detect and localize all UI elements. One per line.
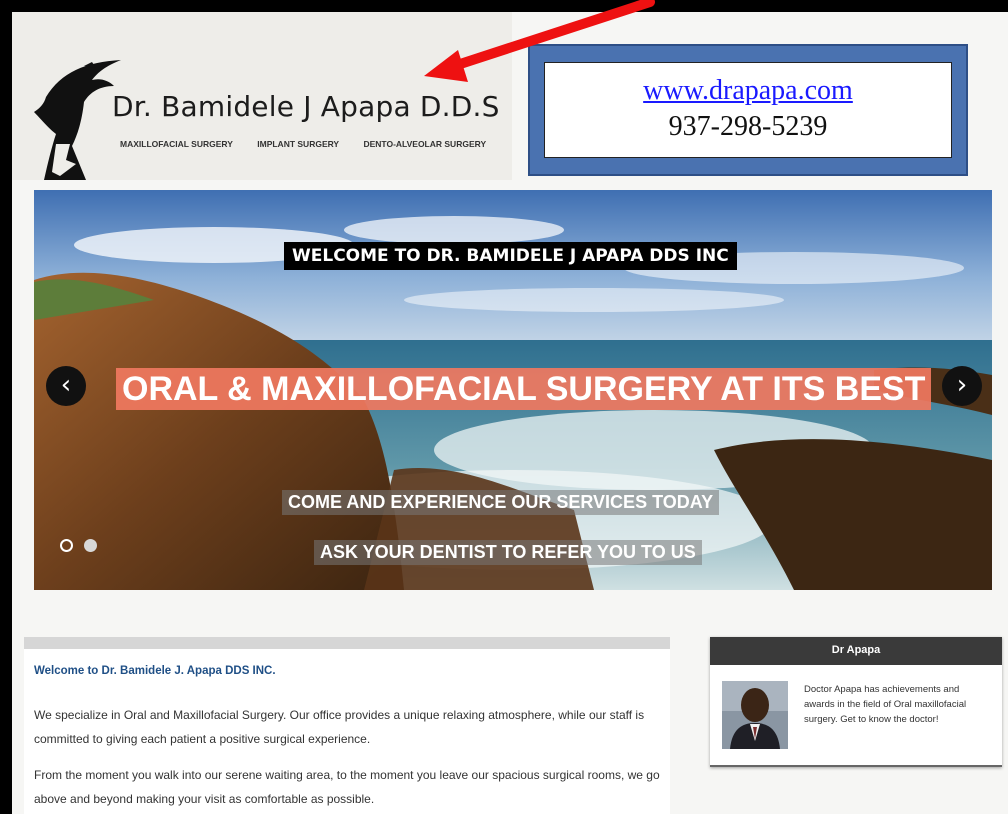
chevron-left-icon[interactable]: ‹ — [46, 366, 86, 406]
phone-number[interactable]: 937-298-5239 — [545, 111, 951, 143]
slide-dot-2[interactable] — [84, 539, 97, 552]
welcome-banner: WELCOME TO DR. BAMIDELE J APAPA DDS INC — [284, 242, 737, 270]
red-arrow-icon — [424, 0, 655, 82]
specialty-implant: IMPLANT SURGERY — [257, 139, 340, 149]
doctor-card-text: Doctor Apapa has achievements and awards… — [804, 684, 967, 725]
slide-dot-1[interactable] — [60, 539, 73, 552]
welcome-paragraph-1: We specialize in Oral and Maxillofacial … — [34, 708, 645, 746]
welcome-paragraph-2: From the moment you walk into our serene… — [34, 768, 660, 806]
doctor-photo[interactable] — [722, 681, 788, 749]
specialty-maxillofacial: MAXILLOFACIAL SURGERY — [120, 139, 233, 149]
hero-tagline-2: ASK YOUR DENTIST TO REFER YOU TO US — [314, 540, 702, 565]
specialties-line: MAXILLOFACIAL SURGERY IMPLANT SURGERY DE… — [120, 139, 508, 149]
site-name[interactable]: Dr. Bamidele J Apapa D.D.S — [112, 90, 500, 123]
doctor-card-heading: Dr Apapa — [710, 637, 1002, 665]
specialty-dento-alveolar: DENTO-ALVEOLAR SURGERY — [363, 139, 487, 149]
welcome-title: Welcome to Dr. Bamidele J. Apapa DDS INC… — [34, 665, 276, 677]
hero-slider[interactable]: WELCOME TO DR. BAMIDELE J APAPA DDS INC … — [34, 190, 992, 590]
welcome-card: Welcome to Dr. Bamidele J. Apapa DDS INC… — [24, 637, 670, 826]
hero-headline: ORAL & MAXILLOFACIAL SURGERY AT ITS BEST — [116, 368, 932, 410]
doctor-card: Dr Apapa Doctor Apapa has achievements a… — [710, 637, 1002, 767]
chevron-right-icon[interactable]: › — [942, 366, 982, 406]
hero-tagline-1: COME AND EXPERIENCE OUR SERVICES TODAY — [282, 490, 720, 515]
